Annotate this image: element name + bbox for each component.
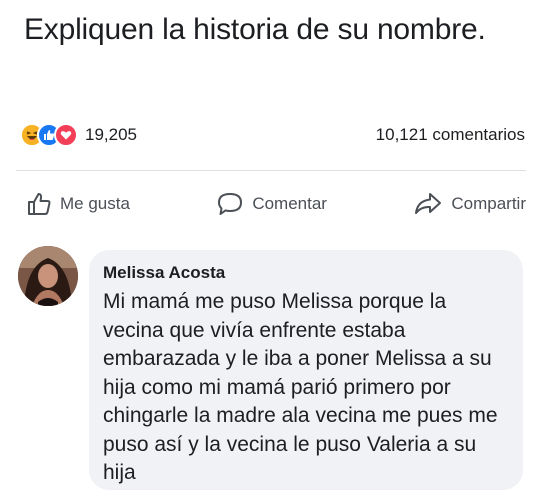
share-label: Compartir xyxy=(451,194,526,213)
comment-button[interactable]: Comentar xyxy=(216,191,327,217)
share-button[interactable]: Compartir xyxy=(413,191,526,217)
love-reaction-icon xyxy=(54,123,78,147)
divider xyxy=(16,170,526,171)
comment-text: Mi mamá me puso Melissa porque la vecina… xyxy=(103,290,498,484)
reaction-count[interactable]: 19,205 xyxy=(85,125,137,145)
comments-count[interactable]: 10,121 comentarios xyxy=(376,125,525,145)
action-bar: Me gusta Comentar Compartir xyxy=(26,188,526,220)
like-button[interactable]: Me gusta xyxy=(26,191,130,217)
comment-author[interactable]: Melissa Acosta xyxy=(103,260,509,286)
reaction-icons[interactable] xyxy=(20,123,78,147)
reactions-bar: 19,205 10,121 comentarios xyxy=(20,122,525,148)
comment-bubble-icon xyxy=(218,193,243,215)
thumbs-up-icon xyxy=(28,193,51,215)
avatar[interactable] xyxy=(18,246,78,306)
comment-label: Comentar xyxy=(252,194,327,213)
share-arrow-icon xyxy=(415,193,442,214)
comment-bubble: Melissa Acosta Mi mamá me puso Melissa p… xyxy=(89,250,523,490)
post-text: Expliquen la historia de su nombre. xyxy=(24,13,486,46)
like-label: Me gusta xyxy=(60,194,130,213)
